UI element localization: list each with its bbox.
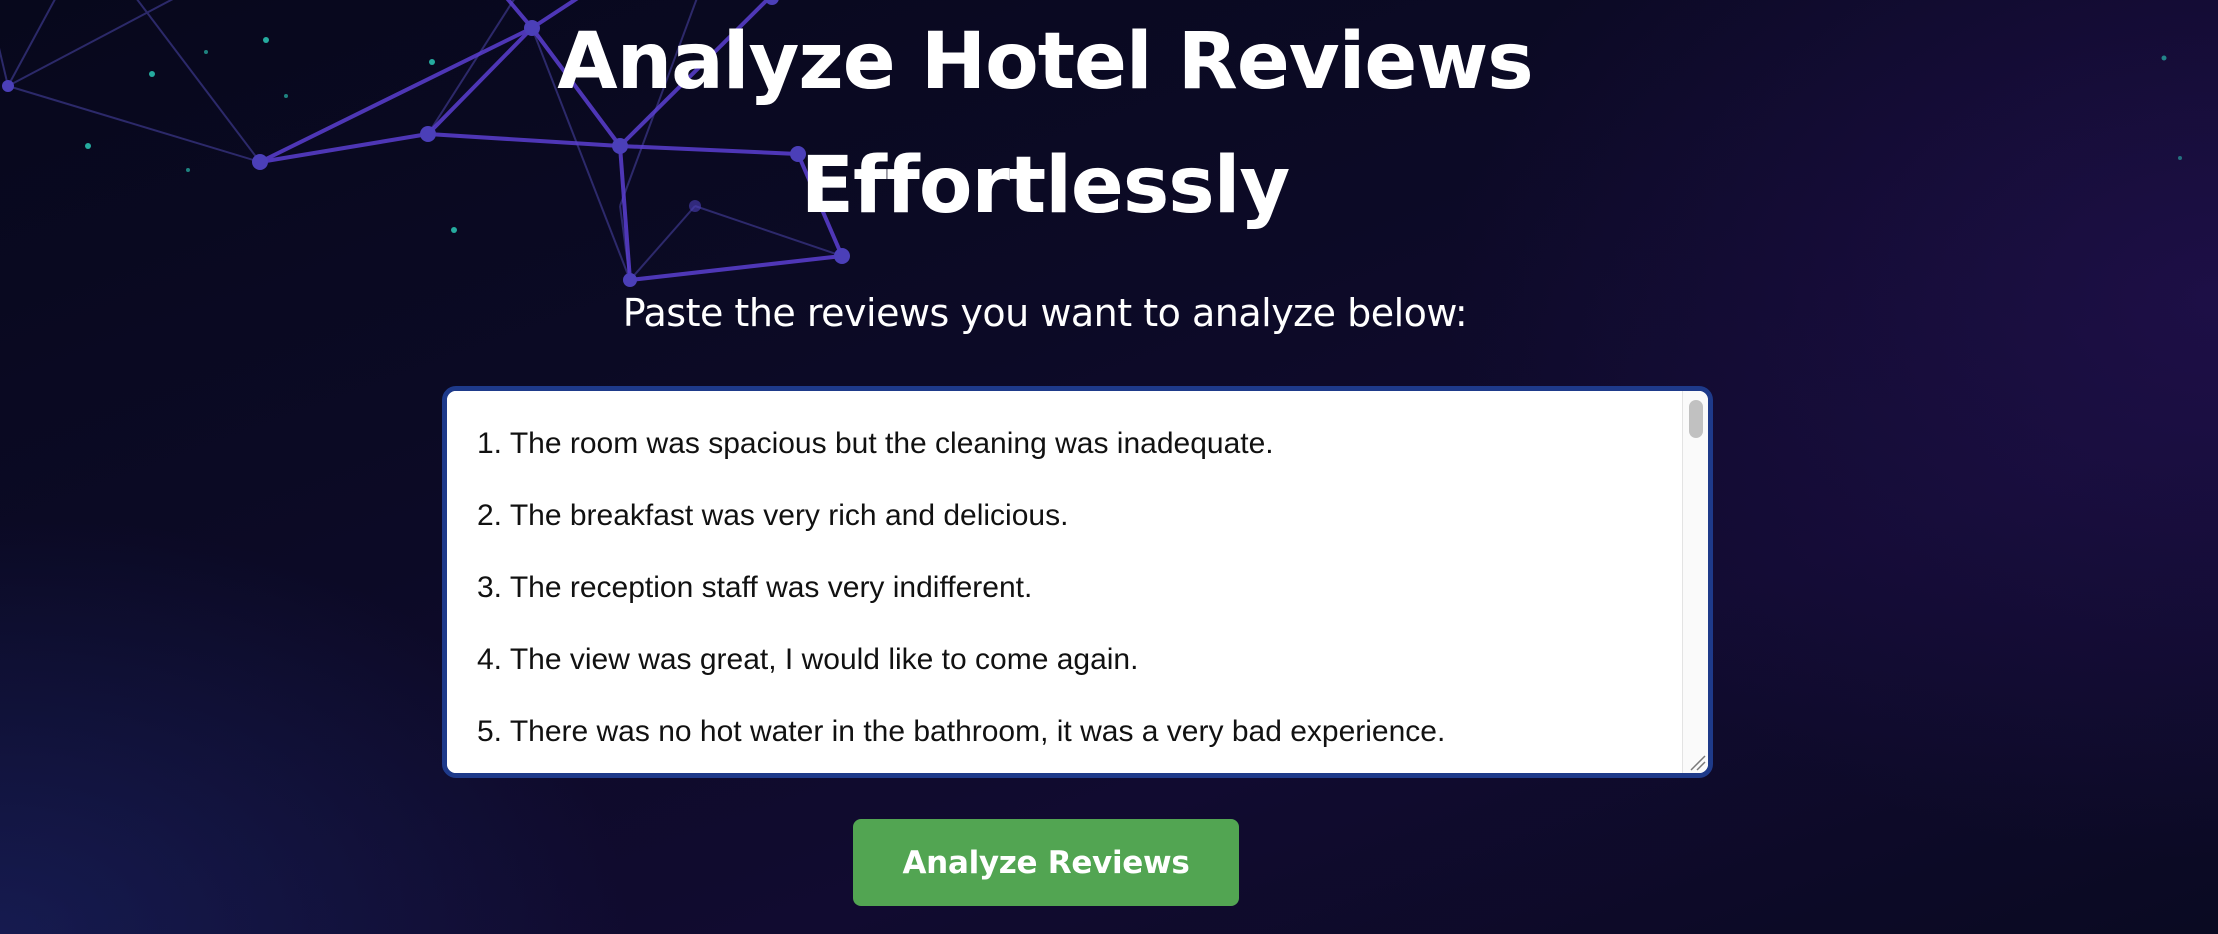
instructions-text: Paste the reviews you want to analyze be… (622, 291, 1468, 335)
resize-grip-icon[interactable] (1683, 748, 1708, 773)
page-title-line-1: Analyze Hotel Reviews (557, 17, 1533, 107)
scrollbar-thumb[interactable] (1689, 400, 1703, 438)
textarea-scrollbar[interactable] (1682, 391, 1708, 773)
reviews-textarea[interactable]: 1. The room was spacious but the cleanin… (447, 391, 1683, 773)
analyze-reviews-button[interactable]: Analyze Reviews (853, 819, 1239, 906)
reviews-input-container: 1. The room was spacious but the cleanin… (442, 386, 1713, 778)
page-title-line-2: Effortlessly (800, 141, 1291, 231)
page-title: Analyze Hotel Reviews Effortlessly (0, 0, 2090, 248)
